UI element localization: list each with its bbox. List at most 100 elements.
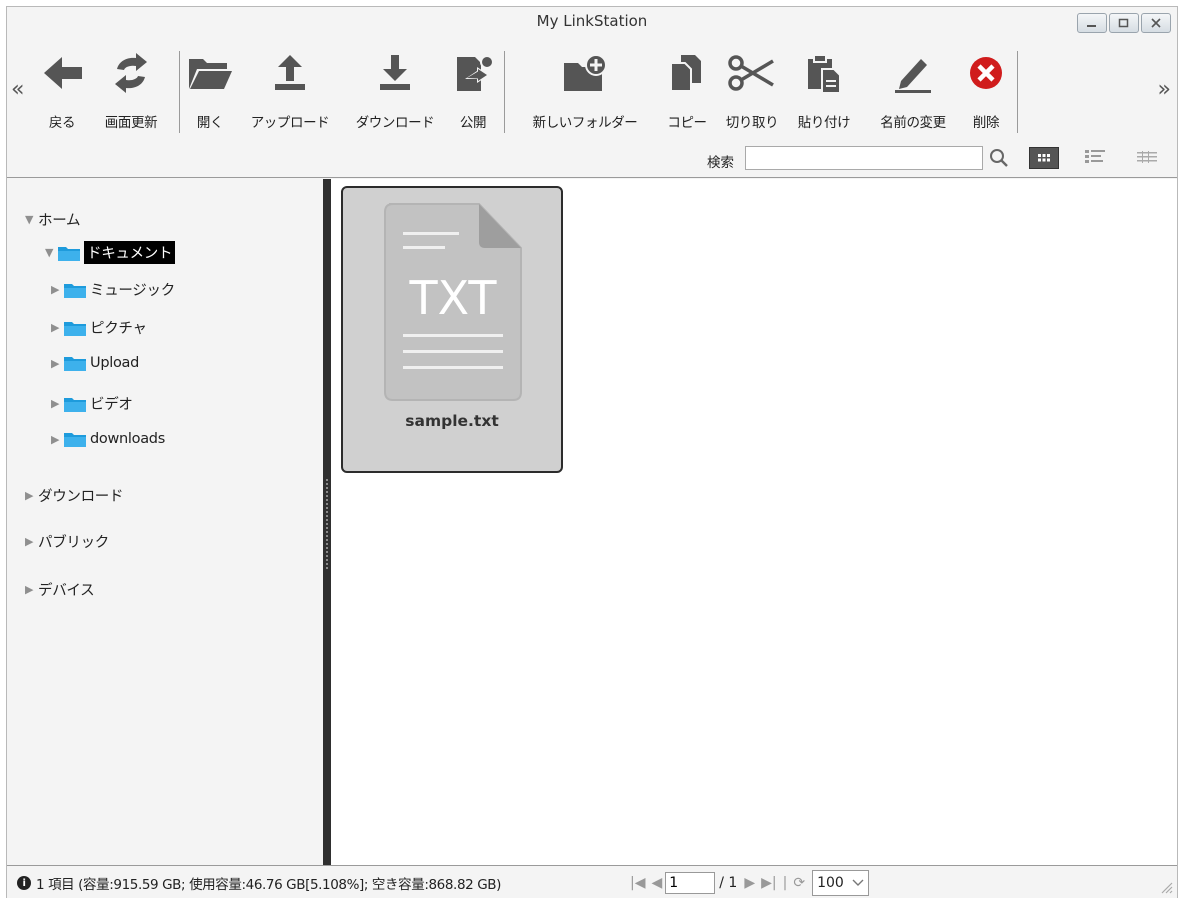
file-type-label: TXT bbox=[409, 271, 498, 325]
splitter-grip[interactable] bbox=[326, 479, 328, 569]
minimize-icon bbox=[1087, 25, 1096, 27]
paste-button[interactable]: 貼り付け bbox=[789, 47, 859, 131]
publish-button[interactable]: 公開 bbox=[449, 47, 497, 131]
back-button[interactable]: 戻る bbox=[37, 47, 87, 131]
upload-button[interactable]: アップロード bbox=[239, 47, 341, 131]
reload-icon[interactable]: ⟳ bbox=[793, 875, 805, 891]
minimize-button[interactable] bbox=[1077, 13, 1107, 33]
window-title: My LinkStation bbox=[536, 12, 648, 30]
cut-button[interactable]: 切り取り bbox=[717, 47, 787, 131]
page-number-input[interactable] bbox=[665, 872, 716, 894]
window-controls bbox=[1077, 13, 1171, 33]
search-input[interactable] bbox=[745, 146, 983, 170]
maximize-icon bbox=[1118, 18, 1129, 28]
new-folder-label: 新しいフォルダー bbox=[532, 115, 638, 131]
collapsed-triangle-icon: ▶ bbox=[51, 432, 60, 446]
page-size-value: 100 bbox=[817, 875, 844, 891]
file-tile[interactable]: TXT sample.txt bbox=[341, 186, 563, 473]
delete-button[interactable]: 削除 bbox=[963, 47, 1009, 131]
copy-button[interactable]: コピー bbox=[659, 47, 715, 131]
collapsed-triangle-icon: ▶ bbox=[51, 283, 60, 296]
download-button[interactable]: ダウンロード bbox=[343, 47, 447, 131]
tree-section-devices[interactable]: ▶ デバイス bbox=[25, 579, 95, 600]
pane-splitter[interactable] bbox=[323, 179, 331, 865]
detail-view-button[interactable] bbox=[1137, 150, 1159, 169]
toolbar-separator bbox=[179, 51, 180, 133]
tree-folder-label: ビデオ bbox=[90, 397, 133, 413]
toolbar-separator bbox=[504, 51, 505, 133]
grid-view-icon bbox=[1038, 154, 1050, 162]
storage-summary: 1 項目 (容量:915.59 GB; 使用容量:46.76 GB[5.108%… bbox=[36, 877, 502, 893]
tree-section-public[interactable]: ▶ パブリック bbox=[25, 531, 109, 552]
search-label: 検索 bbox=[707, 155, 734, 171]
tree-folder-music[interactable]: ▶ ミュージック bbox=[51, 279, 175, 300]
last-page-icon[interactable]: ▶| bbox=[761, 875, 776, 891]
list-view-icon bbox=[1085, 150, 1105, 163]
tree-folder-pictures[interactable]: ▶ ピクチャ bbox=[51, 317, 147, 338]
collapsed-triangle-icon: ▶ bbox=[51, 356, 60, 370]
resize-grip-icon[interactable] bbox=[1159, 880, 1173, 894]
cut-icon bbox=[728, 55, 774, 91]
publish-icon bbox=[457, 55, 494, 91]
open-button[interactable]: 開く bbox=[187, 47, 233, 131]
tree-folder-documents[interactable]: ▼ ドキュメント bbox=[45, 241, 176, 264]
folder-icon bbox=[58, 246, 80, 261]
toolbar-scroll-right-button[interactable]: » bbox=[1158, 77, 1171, 102]
folder-icon bbox=[64, 397, 86, 412]
tree-folder-label: Upload bbox=[90, 355, 140, 371]
new-folder-icon bbox=[564, 54, 607, 91]
open-folder-icon bbox=[189, 59, 232, 89]
back-label: 戻る bbox=[48, 115, 76, 131]
tree-folder-label: ピクチャ bbox=[90, 321, 147, 337]
download-label: ダウンロード bbox=[355, 115, 435, 131]
open-label: 開く bbox=[196, 115, 224, 131]
tree-home-label: ホーム bbox=[38, 213, 81, 229]
pagination: |◀ ◀ / 1 ▶ ▶| | ⟳ 100 bbox=[627, 870, 869, 896]
tree-home[interactable]: ▼ ホーム bbox=[25, 209, 80, 230]
toolbar-scroll-left-button[interactable]: « bbox=[11, 77, 24, 102]
tree-section-label: デバイス bbox=[38, 583, 95, 599]
folder-icon bbox=[64, 433, 86, 447]
tree-section-label: パブリック bbox=[38, 535, 109, 551]
toolbar-separator bbox=[1017, 51, 1018, 133]
publish-label: 公開 bbox=[459, 115, 487, 131]
copy-label: コピー bbox=[667, 115, 707, 131]
refresh-label: 画面更新 bbox=[104, 115, 158, 131]
prev-page-icon[interactable]: ◀ bbox=[651, 875, 662, 891]
app-window: My LinkStation « » 戻る 画面更新 開く アップロード ダウン… bbox=[6, 6, 1178, 898]
download-icon bbox=[380, 55, 410, 90]
close-button[interactable] bbox=[1141, 13, 1171, 33]
collapsed-triangle-icon: ▶ bbox=[25, 583, 34, 596]
search-bar: 検索 bbox=[7, 141, 1177, 178]
delete-icon bbox=[970, 57, 1002, 89]
detail-view-icon bbox=[1137, 151, 1157, 163]
rename-icon bbox=[895, 59, 931, 93]
file-view: TXT sample.txt bbox=[331, 179, 1177, 865]
tree-folder-video[interactable]: ▶ ビデオ bbox=[51, 393, 133, 414]
page-size-select[interactable]: 100 bbox=[812, 870, 869, 896]
paste-label: 貼り付け bbox=[797, 115, 851, 131]
info-icon: i bbox=[17, 876, 31, 890]
tree-folder-upload[interactable]: ▶ Upload bbox=[51, 355, 139, 371]
first-page-icon[interactable]: |◀ bbox=[630, 875, 645, 891]
grid-view-button[interactable] bbox=[1029, 147, 1059, 169]
close-icon bbox=[1151, 18, 1161, 28]
folder-tree: ▼ ホーム ▼ ドキュメント ▶ ミュージック ▶ ピクチャ ▶ Upload … bbox=[7, 179, 323, 865]
rename-button[interactable]: 名前の変更 bbox=[863, 47, 963, 131]
tree-section-download[interactable]: ▶ ダウンロード bbox=[25, 485, 124, 506]
tree-section-label: ダウンロード bbox=[38, 489, 124, 505]
upload-label: アップロード bbox=[250, 115, 330, 131]
refresh-button[interactable]: 画面更新 bbox=[89, 47, 173, 131]
toolbar: « » 戻る 画面更新 開く アップロード ダウンロード 公開 新しいフォルダー… bbox=[7, 37, 1177, 142]
back-arrow-icon bbox=[44, 57, 82, 89]
pager-separator: | bbox=[782, 875, 788, 891]
new-folder-button[interactable]: 新しいフォルダー bbox=[513, 47, 657, 131]
maximize-button[interactable] bbox=[1109, 13, 1139, 33]
paste-icon bbox=[808, 54, 841, 93]
search-button[interactable] bbox=[989, 148, 1009, 172]
next-page-icon[interactable]: ▶ bbox=[744, 875, 755, 891]
collapsed-triangle-icon: ▶ bbox=[51, 321, 60, 334]
tree-folder-downloads[interactable]: ▶ downloads bbox=[51, 431, 165, 447]
page-total: / 1 bbox=[719, 875, 738, 891]
list-view-button[interactable] bbox=[1085, 149, 1107, 169]
